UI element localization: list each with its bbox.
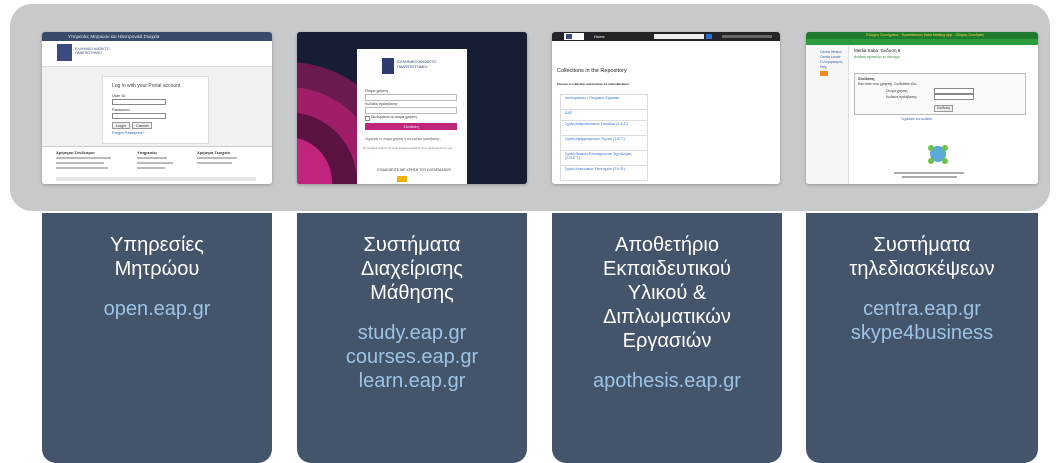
conferencing-topbar[interactable]: Έλεγχος Συστήματος · Εγκατάσταση Saba Me…	[866, 33, 984, 38]
conferencing-password-label: Κωδικός πρόσβασης:	[886, 95, 918, 99]
conferencing-password-input[interactable]	[934, 94, 974, 100]
lms-logo-text: ΕΛΛΗΝΙΚΟ ΑΝΟΙΚΤΟ ΠΑΝΕΠΙΣΤΗΜΙΟ	[397, 59, 437, 69]
registry-footer-col3: Χρήσιμα Στοιχεία	[197, 150, 230, 155]
registry-forgot-link[interactable]: Forgot Password?	[112, 130, 144, 135]
repository-card: Αποθετήριο Εκπαιδευτικού Υλικού & Διπλωμ…	[552, 213, 782, 463]
conferencing-page-title: Media Saba: Έκδοση 8	[854, 48, 901, 53]
lms-login-button-label: Σύνδεση	[403, 124, 419, 129]
registry-cancel-button[interactable]: Cancel	[132, 122, 153, 129]
lms-cookies-text: Τα cookies πρέπει να είναι ενεργοποιημέν…	[363, 146, 453, 150]
lms-logo-icon	[382, 58, 394, 74]
list-item[interactable]: Σχολή Κοινωνικών Επιστημών (Σ.Κ.Ε.)	[560, 165, 648, 181]
repository-card-links[interactable]: apothesis.eap.gr	[552, 369, 782, 393]
lms-card: Συστήματα Διαχείρισης Μάθησης study.eap.…	[297, 213, 527, 463]
lms-screenshot[interactable]: ΕΛΛΗΝΙΚΟ ΑΝΟΙΚΤΟ ΠΑΝΕΠΙΣΤΗΜΙΟ Όνομα χρήσ…	[297, 32, 527, 184]
conferencing-screenshot[interactable]: Έλεγχος Συστήματος · Εγκατάσταση Saba Me…	[806, 32, 1038, 184]
eap-logo-icon	[57, 44, 72, 61]
repository-subheading: Choose a collection and browse its subco…	[557, 82, 630, 86]
list-item[interactable]: Σχολή Ανθρωπιστικών Σπουδών (Σ.Α.Σ.)	[560, 120, 648, 136]
registry-footer-col1: Χρήσιμοι Σύνδεσμοι	[56, 150, 95, 155]
conferencing-login-button[interactable]: Σύνδεση	[934, 105, 953, 112]
list-item[interactable]: Σχολή Θετικών Επιστημών και Τεχνολογίας …	[560, 150, 648, 166]
registry-card: Υπηρεσίες Μητρώου open.eap.gr	[42, 213, 272, 463]
repository-list: Διπλωματικές / Πτυχιακές Εργασίες ΕΑΠ Σχ…	[560, 94, 648, 184]
conferencing-card-links[interactable]: centra.eap.gr skype4business	[806, 297, 1038, 345]
repository-heading: Collections in the Repository	[557, 68, 627, 74]
lms-remember-checkbox[interactable]	[365, 116, 370, 121]
registry-card-links[interactable]: open.eap.gr	[42, 297, 272, 321]
list-item[interactable]: Σχολή Εφαρμοσμένων Τεχνών (Σ.Ε.Τ.)	[560, 135, 648, 151]
repository-card-title: Αποθετήριο Εκπαιδευτικού Υλικού & Διπλωμ…	[602, 234, 731, 352]
registry-card-title: Υπηρεσίες Μητρώου	[110, 234, 204, 280]
network-globe-icon	[928, 145, 948, 164]
lms-remember-label: Να θυμάσαι το όνομα χρήστη	[371, 115, 417, 119]
repository-search-input[interactable]	[654, 34, 704, 39]
registry-screenshot[interactable]: Υπηρεσίες Μητρώου και Ηλεκτρονικά Στοιχε…	[42, 32, 272, 184]
conferencing-box-title: Σύνδεση	[858, 76, 875, 81]
registry-login-title: Log in with your Portal account	[112, 83, 181, 89]
lms-forgot-link[interactable]: Ξεχάσατε το όνομα χρήστη ή τον κωδικό πρ…	[365, 137, 440, 142]
search-icon[interactable]	[706, 34, 712, 39]
conferencing-card-title: Συστήματα τηλεδιασκέψεων	[849, 234, 995, 280]
list-item[interactable]: Διπλωματικές / Πτυχιακές Εργασίες	[560, 94, 648, 110]
lms-password-input[interactable]	[365, 107, 457, 114]
registry-footer-col2: Υπηρεσίες	[137, 150, 158, 155]
lms-card-links[interactable]: study.eap.gr courses.eap.gr learn.eap.gr	[297, 321, 527, 393]
registry-header-text: Υπηρεσίες Μητρώου και Ηλεκτρονικά Στοιχε…	[68, 34, 160, 39]
repository-nav-home[interactable]: Home	[594, 34, 605, 39]
registry-userid-input[interactable]	[112, 99, 166, 105]
lms-card-title: Συστήματα Διαχείρισης Μάθησης	[360, 234, 464, 304]
lms-username-input[interactable]	[365, 94, 457, 101]
registry-userid-label: User ID	[112, 93, 126, 98]
conferencing-below-text[interactable]: Ξεχάσατε τον κωδικό;	[901, 117, 933, 122]
conferencing-link[interactable]: Βοήθεια σχετικά με το σύστημα	[854, 55, 900, 60]
lms-footer-text: ΣΥΝΔΕΘΕΙΤΕ ΜΕ ΧΡΗΣΗ ΤΟΥ ΛΟΓΑΡΙΑΣΜΟΥ	[377, 168, 452, 172]
repository-screenshot[interactable]: Home Collections in the Repository Choos…	[552, 32, 780, 184]
rss-icon	[820, 71, 828, 76]
registry-password-label: Password	[112, 107, 130, 112]
conferencing-box-text: Εάν είστε νέος χρήστης, Συνδεθείτε εδώ	[858, 82, 917, 86]
registry-logo-text: ΕΛΛΗΝΙΚΟ ΑΝΟΙΚΤΟ ΠΑΝΕΠΙΣΤΗΜΙΟ	[75, 47, 110, 55]
conferencing-side-item[interactable]: Help	[820, 65, 827, 70]
conferencing-card: Συστήματα τηλεδιασκέψεων centra.eap.gr s…	[806, 213, 1038, 463]
conferencing-username-label: Όνομα χρήστη:	[886, 89, 909, 93]
registry-password-input[interactable]	[112, 113, 166, 119]
registry-login-button[interactable]: Login	[112, 122, 130, 129]
